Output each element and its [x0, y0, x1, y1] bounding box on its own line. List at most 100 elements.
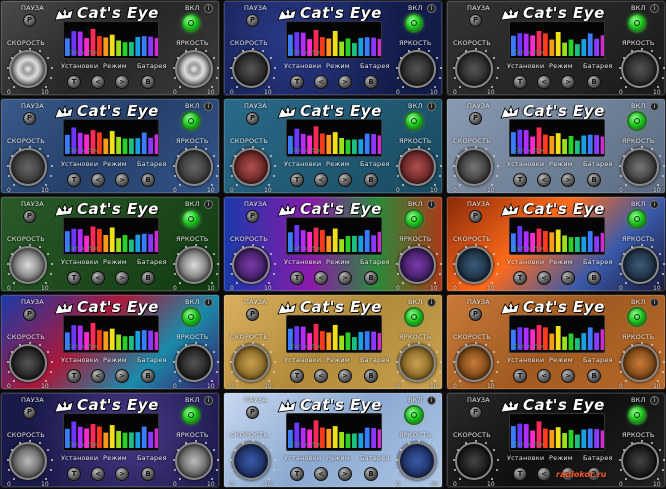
info-icon[interactable]: i: [427, 4, 436, 13]
speed-knob[interactable]: [230, 440, 276, 480]
brightness-knob[interactable]: [619, 440, 665, 480]
mode-prev-button[interactable]: <: [314, 369, 328, 383]
mode-prev-button[interactable]: <: [537, 173, 551, 187]
info-icon[interactable]: i: [650, 396, 659, 405]
battery-button[interactable]: B: [141, 369, 155, 383]
mode-next-button[interactable]: >: [115, 75, 129, 89]
pause-button[interactable]: P: [469, 112, 482, 125]
settings-button[interactable]: T: [513, 271, 527, 285]
power-button[interactable]: [183, 309, 199, 325]
pause-button[interactable]: P: [469, 406, 482, 419]
info-icon[interactable]: i: [204, 200, 213, 209]
mode-prev-button[interactable]: <: [91, 271, 105, 285]
info-icon[interactable]: i: [427, 298, 436, 307]
brightness-knob[interactable]: [173, 48, 219, 88]
power-button[interactable]: [406, 211, 422, 227]
settings-button[interactable]: T: [67, 467, 81, 481]
info-icon[interactable]: i: [204, 102, 213, 111]
mode-next-button[interactable]: >: [561, 369, 575, 383]
power-button[interactable]: [629, 407, 645, 423]
battery-button[interactable]: B: [364, 467, 378, 481]
speed-knob[interactable]: [230, 48, 276, 88]
settings-button[interactable]: T: [513, 369, 527, 383]
power-button[interactable]: [183, 15, 199, 31]
pause-button[interactable]: P: [469, 308, 482, 321]
mode-prev-button[interactable]: <: [314, 75, 328, 89]
settings-button[interactable]: T: [513, 75, 527, 89]
brightness-knob[interactable]: [619, 244, 665, 284]
mode-prev-button[interactable]: <: [537, 369, 551, 383]
mode-next-button[interactable]: >: [338, 271, 352, 285]
mode-prev-button[interactable]: <: [91, 369, 105, 383]
power-button[interactable]: [629, 309, 645, 325]
battery-button[interactable]: B: [587, 369, 601, 383]
brightness-knob[interactable]: [173, 342, 219, 382]
speed-knob[interactable]: [230, 244, 276, 284]
mode-prev-button[interactable]: <: [91, 173, 105, 187]
brightness-knob[interactable]: [396, 342, 442, 382]
power-button[interactable]: [406, 407, 422, 423]
battery-button[interactable]: B: [141, 173, 155, 187]
brightness-knob[interactable]: [173, 244, 219, 284]
info-icon[interactable]: i: [650, 298, 659, 307]
brightness-knob[interactable]: [396, 146, 442, 186]
settings-button[interactable]: T: [67, 369, 81, 383]
settings-button[interactable]: T: [513, 467, 527, 481]
pause-button[interactable]: P: [23, 14, 36, 27]
mode-next-button[interactable]: >: [115, 467, 129, 481]
power-button[interactable]: [629, 15, 645, 31]
brightness-knob[interactable]: [173, 146, 219, 186]
pause-button[interactable]: P: [469, 14, 482, 27]
pause-button[interactable]: P: [23, 308, 36, 321]
mode-prev-button[interactable]: <: [537, 467, 551, 481]
power-button[interactable]: [406, 309, 422, 325]
settings-button[interactable]: T: [67, 271, 81, 285]
info-icon[interactable]: i: [650, 102, 659, 111]
mode-prev-button[interactable]: <: [314, 173, 328, 187]
battery-button[interactable]: B: [587, 271, 601, 285]
info-icon[interactable]: i: [204, 4, 213, 13]
speed-knob[interactable]: [7, 48, 53, 88]
pause-button[interactable]: P: [246, 406, 259, 419]
speed-knob[interactable]: [453, 48, 499, 88]
mode-next-button[interactable]: >: [115, 271, 129, 285]
pause-button[interactable]: P: [246, 308, 259, 321]
power-button[interactable]: [406, 15, 422, 31]
power-button[interactable]: [183, 113, 199, 129]
settings-button[interactable]: T: [290, 467, 304, 481]
mode-next-button[interactable]: >: [338, 75, 352, 89]
battery-button[interactable]: B: [141, 75, 155, 89]
mode-prev-button[interactable]: <: [537, 75, 551, 89]
settings-button[interactable]: T: [290, 369, 304, 383]
settings-button[interactable]: T: [67, 173, 81, 187]
power-button[interactable]: [629, 211, 645, 227]
pause-button[interactable]: P: [246, 112, 259, 125]
mode-next-button[interactable]: >: [115, 369, 129, 383]
speed-knob[interactable]: [453, 440, 499, 480]
mode-prev-button[interactable]: <: [91, 467, 105, 481]
mode-next-button[interactable]: >: [338, 467, 352, 481]
pause-button[interactable]: P: [23, 210, 36, 223]
battery-button[interactable]: B: [587, 75, 601, 89]
brightness-knob[interactable]: [619, 342, 665, 382]
info-icon[interactable]: i: [427, 396, 436, 405]
pause-button[interactable]: P: [23, 406, 36, 419]
info-icon[interactable]: i: [650, 4, 659, 13]
battery-button[interactable]: B: [587, 173, 601, 187]
battery-button[interactable]: B: [141, 271, 155, 285]
pause-button[interactable]: P: [246, 14, 259, 27]
mode-prev-button[interactable]: <: [314, 271, 328, 285]
brightness-knob[interactable]: [396, 244, 442, 284]
speed-knob[interactable]: [7, 342, 53, 382]
battery-button[interactable]: B: [141, 467, 155, 481]
mode-next-button[interactable]: >: [561, 271, 575, 285]
mode-prev-button[interactable]: <: [537, 271, 551, 285]
pause-button[interactable]: P: [469, 210, 482, 223]
brightness-knob[interactable]: [619, 48, 665, 88]
settings-button[interactable]: T: [290, 75, 304, 89]
brightness-knob[interactable]: [173, 440, 219, 480]
settings-button[interactable]: T: [290, 173, 304, 187]
battery-button[interactable]: B: [364, 173, 378, 187]
speed-knob[interactable]: [453, 244, 499, 284]
settings-button[interactable]: T: [67, 75, 81, 89]
